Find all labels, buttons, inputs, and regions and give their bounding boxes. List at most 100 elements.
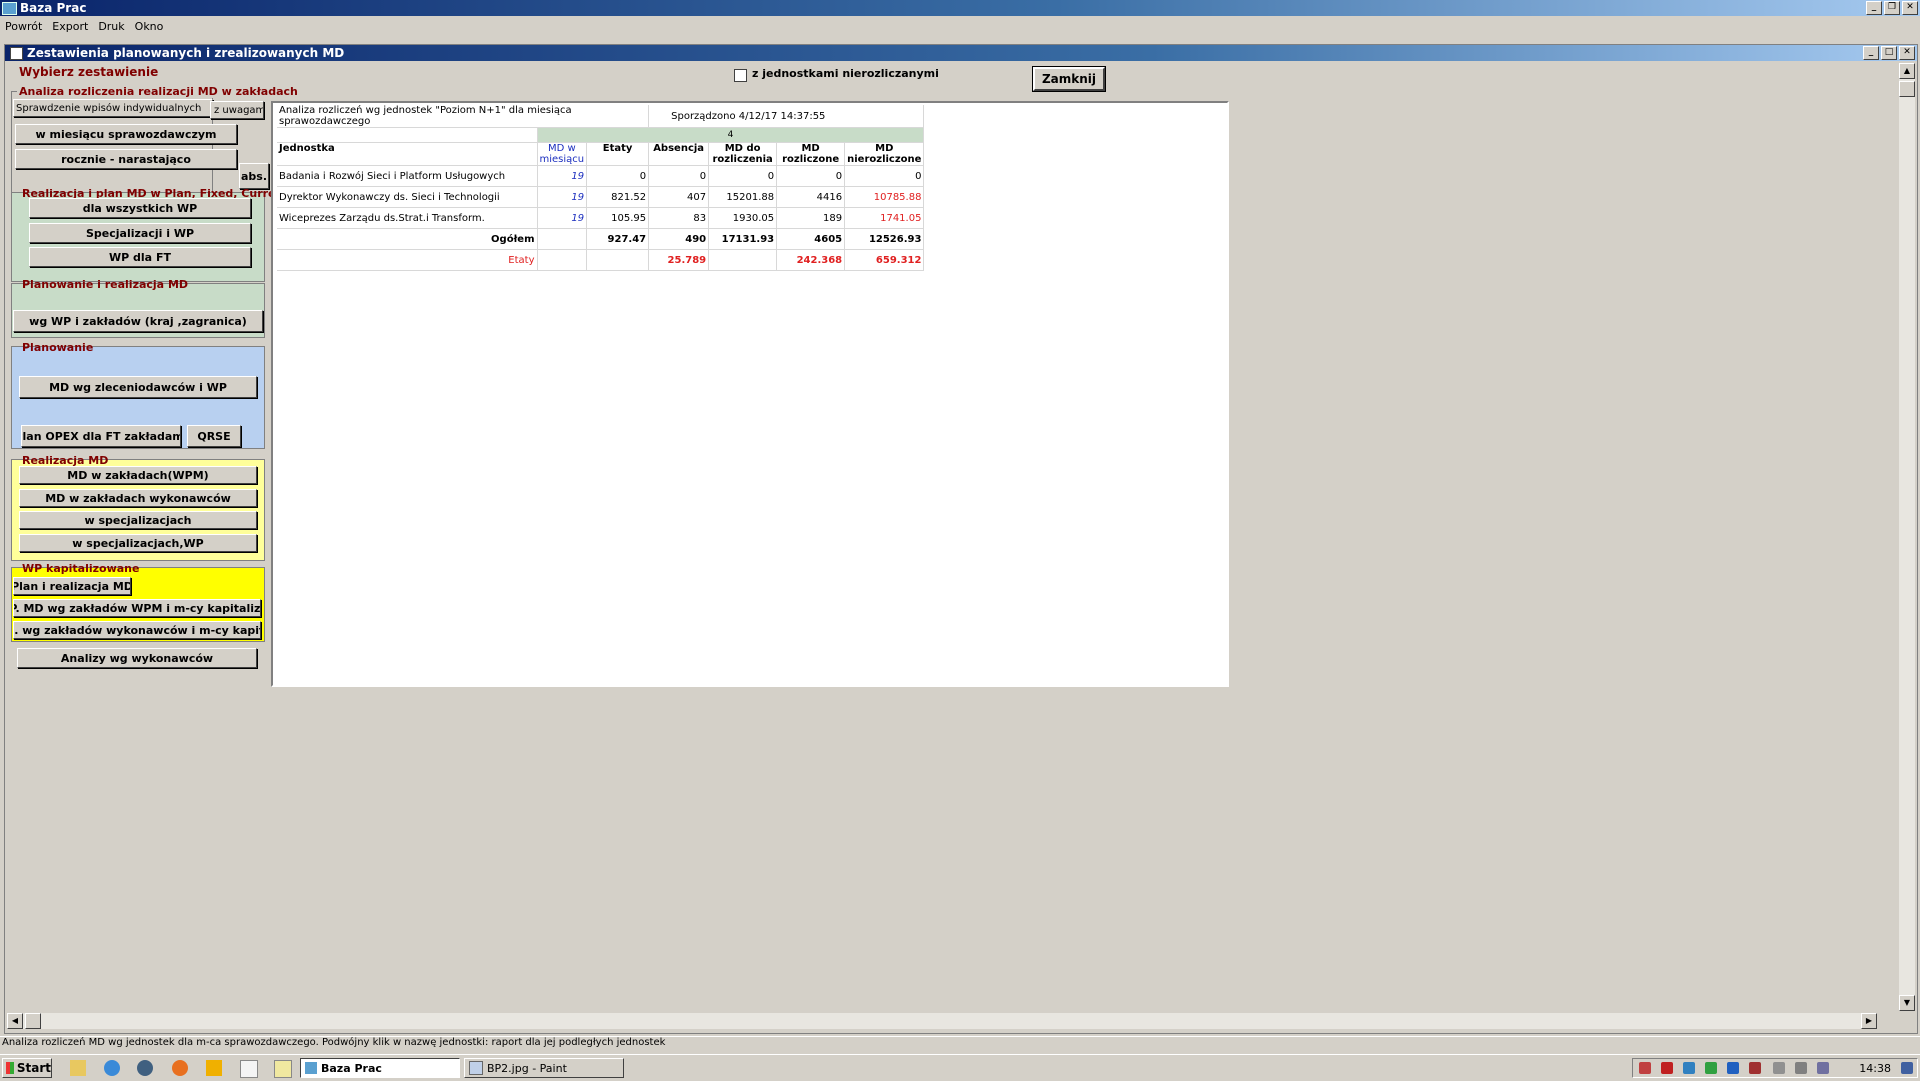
firefox-icon[interactable] — [172, 1060, 188, 1076]
minimize-icon[interactable]: _ — [1863, 46, 1879, 60]
report-date: Sporządzono 4/12/17 14:37:55 — [648, 105, 925, 128]
realization-by-contractors-button[interactable]: R. wg zakładów wykonawców i m-cy kapit. — [13, 621, 261, 639]
document-icon[interactable] — [240, 1060, 258, 1078]
app-tray-icon[interactable] — [1727, 1062, 1739, 1074]
menu-okno[interactable]: Okno — [130, 17, 169, 36]
speaker-icon[interactable] — [1749, 1062, 1761, 1074]
plan-realization-md-button[interactable]: Plan i realizacja MD — [13, 577, 131, 595]
flag-icon[interactable] — [1773, 1062, 1785, 1074]
report-title: Analiza rozliczeń wg jednostek "Poziom N… — [277, 105, 650, 128]
menu-export[interactable]: Export — [47, 17, 93, 36]
display-icon[interactable] — [1795, 1062, 1807, 1074]
md-month-cell[interactable]: 19 — [537, 207, 588, 229]
restore-icon[interactable]: ❐ — [1884, 1, 1900, 15]
col-header-md-month[interactable]: MD w miesiącu — [537, 142, 588, 166]
total-absence: 490 — [648, 228, 710, 250]
md-month-cell[interactable]: 19 — [537, 165, 588, 187]
show-desktop-icon[interactable] — [1901, 1062, 1913, 1074]
yearly-cumulative-button[interactable]: rocznie - narastająco — [15, 149, 237, 169]
md-in-plants-wpm-button[interactable]: MD w zakładach(WPM) — [19, 466, 257, 484]
scroll-right-icon[interactable]: ▶ — [1861, 1013, 1877, 1029]
system-tray: 14:38 — [1632, 1058, 1918, 1078]
unit-name[interactable]: Dyrektor Wykonawczy ds. Sieci i Technolo… — [277, 186, 538, 208]
vertical-scrollbar[interactable]: ▲ ▼ — [1899, 63, 1915, 1011]
close-button[interactable]: Zamknij — [1033, 67, 1105, 91]
report-view: Analiza rozliczeń wg jednostek "Poziom N… — [271, 101, 1229, 687]
md-settled-cell: 4416 — [776, 186, 846, 208]
all-wp-button[interactable]: dla wszystkich WP — [29, 198, 251, 218]
total-md-settled: 4605 — [776, 228, 846, 250]
fte-row-unsettled: 659.312 — [844, 249, 925, 271]
paint-icon — [469, 1061, 483, 1075]
opex-plan-button[interactable]: Plan OPEX dla FT zakładami — [21, 425, 181, 447]
in-specializations-wp-button[interactable]: w specjalizacjach,WP — [19, 534, 257, 552]
scroll-thumb-horizontal[interactable] — [25, 1013, 41, 1029]
volume-icon[interactable] — [1817, 1062, 1829, 1074]
scroll-left-icon[interactable]: ◀ — [7, 1013, 23, 1029]
md-month-cell[interactable]: 19 — [537, 186, 588, 208]
app-icon — [2, 2, 17, 15]
menu-powrot[interactable]: Powrót — [0, 17, 47, 36]
browser-icon[interactable] — [137, 1060, 153, 1076]
qrse-button[interactable]: QRSE — [187, 425, 241, 447]
abs-button[interactable]: abs. — [239, 163, 269, 189]
absence-cell: 83 — [648, 207, 710, 229]
start-button[interactable]: Start — [2, 1058, 52, 1078]
maximize-icon[interactable]: □ — [1881, 46, 1897, 60]
network-icon[interactable] — [1683, 1062, 1695, 1074]
nonbillable-units-label: z jednostkami nierozliczanymi — [752, 67, 939, 80]
scroll-thumb[interactable] — [1899, 81, 1915, 97]
monthly-report-button[interactable]: w miesiącu sprawozdawczym — [15, 124, 237, 144]
close-icon[interactable]: ✕ — [1899, 46, 1915, 60]
table-row[interactable]: Wiceprezes Zarządu ds.Strat.i Transform.… — [277, 207, 925, 229]
unit-name[interactable]: Wiceprezes Zarządu ds.Strat.i Transform. — [277, 207, 538, 229]
md-to-settle-cell: 15201.88 — [708, 186, 778, 208]
scroll-up-icon[interactable]: ▲ — [1899, 63, 1915, 79]
analyses-by-contractors-button[interactable]: Analizy wg wykonawców — [17, 648, 257, 668]
with-remarks-button[interactable]: z uwagami — [210, 101, 264, 119]
ie-icon[interactable] — [104, 1060, 120, 1076]
taskbar-item-paint[interactable]: BP2.jpg - Paint — [464, 1058, 624, 1078]
plan-md-by-wpm-button[interactable]: P. MD wg zakładów WPM i m-cy kapitaliz. — [13, 599, 261, 617]
group-capitalized-wp-title: WP kapitalizowane — [22, 562, 140, 575]
specializations-wp-button[interactable]: Specjalizacji i WP — [29, 223, 251, 243]
col-header-md-to-settle: MD do rozliczenia — [708, 142, 778, 166]
table-row[interactable]: Badania i Rozwój Sieci i Platform Usługo… — [277, 165, 925, 187]
minimize-icon[interactable]: _ — [1866, 1, 1882, 15]
outlook-icon[interactable] — [206, 1060, 222, 1076]
wp-for-ft-button[interactable]: WP dla FT — [29, 247, 251, 267]
md-to-settle-cell: 1930.05 — [708, 207, 778, 229]
fte-cell: 105.95 — [586, 207, 650, 229]
sync-icon[interactable] — [1705, 1062, 1717, 1074]
menu-druk[interactable]: Druk — [93, 17, 129, 36]
total-md-to-settle: 17131.93 — [708, 228, 778, 250]
md-unsettled-cell: 1741.05 — [844, 207, 925, 229]
report-window-title-bar: Zestawienia planowanych i zrealizowanych… — [5, 45, 1917, 61]
shield-icon[interactable] — [1661, 1062, 1673, 1074]
taskbar-item-baza-prac[interactable]: Baza Prac — [300, 1058, 460, 1078]
in-specializations-button[interactable]: w specjalizacjach — [19, 511, 257, 529]
close-icon[interactable]: ✕ — [1902, 1, 1918, 15]
check-entries-button[interactable]: Sprawdzenie wpisów indywidualnych — [13, 99, 213, 117]
folder-icon[interactable] — [70, 1060, 86, 1076]
col-header-absence: Absencja — [648, 142, 710, 166]
md-unsettled-cell: 0 — [844, 165, 925, 187]
unit-name[interactable]: Badania i Rozwój Sieci i Platform Usługo… — [277, 165, 538, 187]
app-title: Baza Prac — [20, 1, 87, 15]
horizontal-scrollbar[interactable]: ◀ ▶ — [7, 1013, 1877, 1029]
wp-plants-country-button[interactable]: wg WP i zakładów (kraj ,zagranica) — [13, 310, 263, 332]
md-by-clients-button[interactable]: MD wg zleceniodawców i WP — [19, 376, 257, 398]
app-title-bar: Baza Prac _ ❐ ✕ — [0, 0, 1920, 16]
security-icon[interactable] — [1639, 1062, 1651, 1074]
total-label: Ogółem — [277, 228, 538, 250]
taskbar-item-label: Baza Prac — [321, 1061, 382, 1075]
group-planning-realization-title: Planowanie i realizacja MD — [22, 278, 189, 291]
windows-logo-icon — [6, 1062, 14, 1074]
scroll-down-icon[interactable]: ▼ — [1899, 995, 1915, 1011]
md-in-contractor-plants-button[interactable]: MD w zakładach wykonawców — [19, 489, 257, 507]
nonbillable-units-checkbox[interactable] — [734, 69, 747, 82]
table-row[interactable]: Dyrektor Wykonawczy ds. Sieci i Technolo… — [277, 186, 925, 208]
notepad-icon[interactable] — [274, 1060, 292, 1078]
absence-cell: 407 — [648, 186, 710, 208]
col-header-fte: Etaty — [586, 142, 650, 166]
